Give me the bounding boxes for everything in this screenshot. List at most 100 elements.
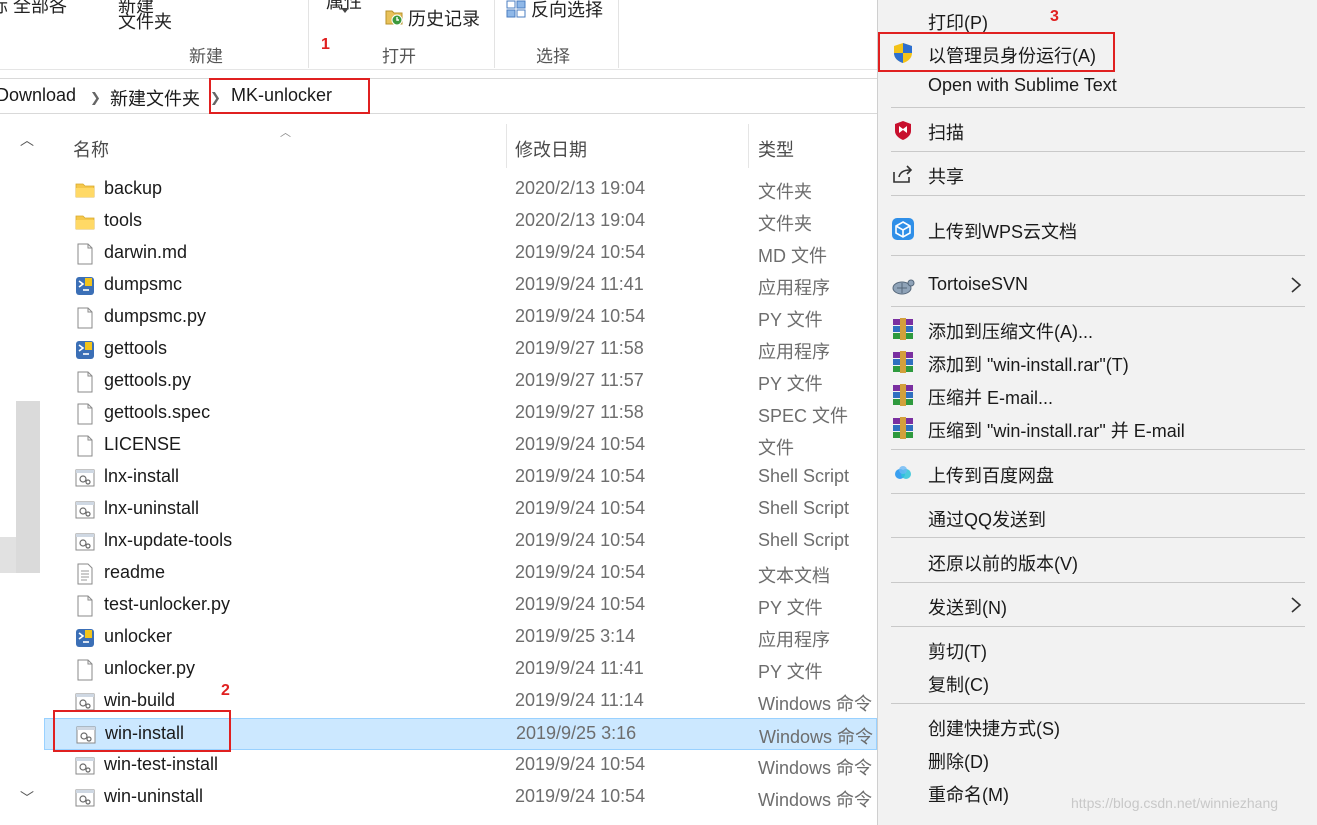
ribbon: 际 全部各 新建 文件夹 新建 属性 历史记录 打开 反向选择 选择: [0, 0, 877, 70]
menu-item-baidu-netdisk[interactable]: 上传到百度网盘: [878, 456, 1317, 489]
menu-item-scan[interactable]: 扫描: [878, 113, 1317, 146]
file-row[interactable]: tools 2020/2/13 19:04 文件夹: [44, 206, 877, 238]
file-row[interactable]: win-test-install 2019/9/24 10:54 Windows 命…: [44, 750, 877, 782]
column-divider[interactable]: [748, 124, 749, 168]
menu-item-compress-email[interactable]: 压缩并 E-mail...: [878, 378, 1317, 411]
file-row[interactable]: dumpsmc 2019/9/24 11:41 应用程序: [44, 270, 877, 302]
menu-item-compress-rar-email[interactable]: 压缩到 "win-install.rar" 并 E-mail: [878, 411, 1317, 444]
ribbon-history-button[interactable]: 历史记录: [408, 5, 480, 31]
menu-item-label: 剪切(T): [928, 642, 987, 662]
script-icon: [75, 499, 95, 521]
file-date: 2019/9/24 10:54: [515, 466, 646, 486]
column-divider[interactable]: [506, 124, 507, 168]
file-type: Windows 命令: [758, 790, 873, 810]
file-name: test-unlocker.py: [104, 594, 231, 614]
file-name: dumpsmc.py: [104, 306, 207, 326]
file-type: SPEC 文件: [758, 406, 849, 426]
breadcrumb-download[interactable]: Download: [0, 85, 76, 106]
annotation-number: 2: [221, 682, 230, 699]
menu-separator: [891, 449, 1305, 450]
ribbon-partial-left[interactable]: 际 全部各: [0, 0, 67, 18]
menu-item-qq-send[interactable]: 通过QQ发送到: [878, 500, 1317, 533]
file-row[interactable]: unlocker.py 2019/9/24 11:41 PY 文件: [44, 654, 877, 686]
winrar-icon: [893, 318, 913, 340]
scroll-up-icon[interactable]: ︿: [20, 130, 34, 150]
file-name: lnx-uninstall: [104, 498, 200, 518]
menu-item-open-sublime[interactable]: Open with Sublime Text: [878, 69, 1317, 102]
file-row[interactable]: unlocker 2019/9/25 3:14 应用程序: [44, 622, 877, 654]
winrar-icon: [893, 417, 913, 439]
menu-item-create-shortcut[interactable]: 创建快捷方式(S): [878, 709, 1317, 742]
ribbon-group-new: 新建: [189, 47, 223, 66]
file-row[interactable]: readme 2019/9/24 10:54 文本文档: [44, 558, 877, 590]
file-row[interactable]: win-uninstall 2019/9/24 10:54 Windows 命令: [44, 782, 877, 814]
file-row[interactable]: test-unlocker.py 2019/9/24 10:54 PY 文件: [44, 590, 877, 622]
menu-item-cut[interactable]: 剪切(T): [878, 632, 1317, 665]
file-row[interactable]: lnx-update-tools 2019/9/24 10:54 Shell Scr…: [44, 526, 877, 558]
file-row[interactable]: dumpsmc.py 2019/9/24 10:54 PY 文件: [44, 302, 877, 334]
menu-item-restore-versions[interactable]: 还原以前的版本(V): [878, 544, 1317, 577]
file-row[interactable]: lnx-uninstall 2019/9/24 10:54 Shell Script: [44, 494, 877, 526]
breadcrumb-new-folder[interactable]: 新建文件夹: [110, 85, 200, 111]
scrollbar-thumb[interactable]: [16, 401, 40, 573]
menu-separator: [891, 493, 1305, 494]
file-name: unlocker: [104, 626, 173, 646]
script-icon: [75, 787, 95, 809]
menu-item-label: 压缩到 "win-install.rar" 并 E-mail: [928, 421, 1185, 441]
file-date: 2019/9/24 10:54: [515, 754, 646, 774]
menu-item-delete[interactable]: 删除(D): [878, 742, 1317, 775]
file-name: gettools: [104, 338, 168, 358]
menu-separator: [891, 151, 1305, 152]
menu-separator: [891, 582, 1305, 583]
mcafee-icon: [895, 121, 911, 140]
file-name: tools: [104, 210, 143, 230]
file-type: MD 文件: [758, 246, 827, 266]
file-date: 2019/9/24 10:54: [515, 530, 646, 550]
file-date: 2019/9/25 3:16: [516, 723, 637, 743]
file-type: Windows 命令: [759, 727, 874, 747]
menu-item-add-to-rar[interactable]: 添加到 "win-install.rar"(T): [878, 345, 1317, 378]
address-bar[interactable]: Download ❯ 新建文件夹 ❯ MK-unlocker: [0, 78, 877, 114]
ribbon-invert-selection-button[interactable]: 反向选择: [531, 0, 603, 22]
column-header-date[interactable]: 修改日期: [515, 136, 587, 162]
menu-item-tortoisesvn[interactable]: TortoiseSVN: [878, 268, 1317, 301]
menu-item-label: 创建快捷方式(S): [928, 719, 1060, 739]
menu-item-send-to[interactable]: 发送到(N): [878, 588, 1317, 621]
column-header-name[interactable]: 名称: [73, 136, 109, 162]
menu-item-share[interactable]: 共享: [878, 157, 1317, 190]
ribbon-new-folder-button[interactable]: 文件夹: [118, 8, 172, 34]
winrar-icon: [893, 351, 913, 373]
file-row[interactable]: gettools 2019/9/27 11:58 应用程序: [44, 334, 877, 366]
file-date: 2019/9/24 10:54: [515, 498, 646, 518]
watermark: https://blog.csdn.net/winniezhang: [1071, 795, 1279, 811]
file-row[interactable]: gettools.py 2019/9/27 11:57 PY 文件: [44, 366, 877, 398]
menu-separator: [891, 626, 1305, 627]
menu-separator: [891, 703, 1305, 704]
menu-item-wps-cloud[interactable]: 上传到WPS云文档: [878, 212, 1317, 245]
file-row[interactable]: LICENSE 2019/9/24 10:54 文件: [44, 430, 877, 462]
menu-item-copy[interactable]: 复制(C): [878, 665, 1317, 698]
file-name: gettools.spec: [104, 402, 211, 422]
breadcrumb-separator-icon[interactable]: ❯: [90, 90, 101, 106]
menu-separator: [891, 107, 1305, 108]
wps-cloud-icon: [892, 218, 914, 240]
chevron-down-icon[interactable]: [341, 8, 349, 13]
file-row[interactable]: darwin.md 2019/9/24 10:54 MD 文件: [44, 238, 877, 270]
ribbon-divider: [618, 0, 619, 68]
file-row[interactable]: lnx-install 2019/9/24 10:54 Shell Script: [44, 462, 877, 494]
menu-item-label: 添加到压缩文件(A)...: [928, 322, 1093, 342]
navigation-pane[interactable]: ︿ ﹀: [0, 124, 42, 825]
winrar-icon: [893, 384, 913, 406]
file-type: Windows 命令: [758, 758, 873, 778]
file-row[interactable]: gettools.spec 2019/9/27 11:58 SPEC 文件: [44, 398, 877, 430]
file-row[interactable]: backup 2020/2/13 19:04 文件夹: [44, 174, 877, 206]
nav-selected-item[interactable]: [0, 537, 16, 573]
file-icon: [75, 435, 95, 457]
file-type: 应用程序: [758, 630, 830, 650]
script-icon: [75, 755, 95, 777]
menu-item-label: 添加到 "win-install.rar"(T): [928, 355, 1129, 375]
scroll-down-icon[interactable]: ﹀: [20, 788, 34, 808]
menu-item-label: Open with Sublime Text: [928, 75, 1117, 95]
column-header-type[interactable]: 类型: [758, 136, 794, 162]
menu-item-add-to-archive[interactable]: 添加到压缩文件(A)...: [878, 312, 1317, 345]
